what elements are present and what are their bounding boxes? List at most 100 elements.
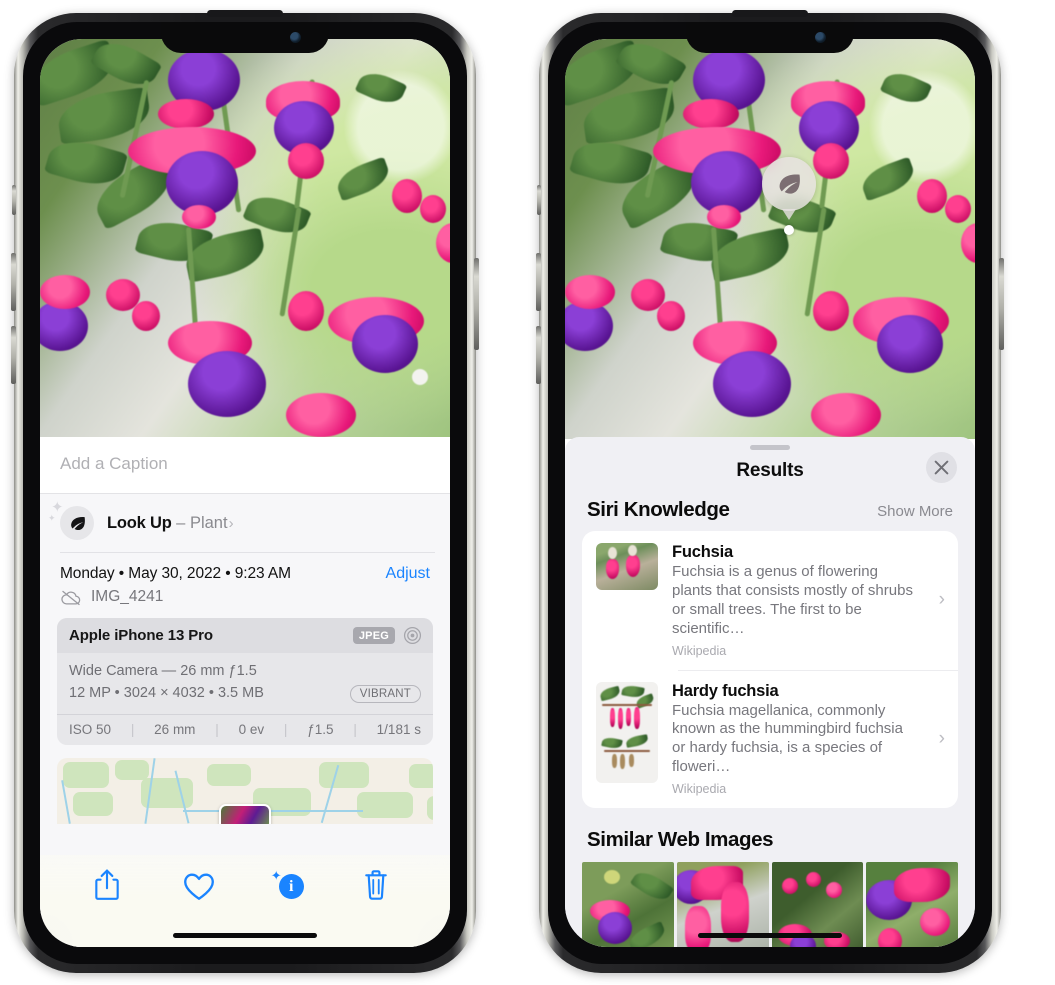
exif-focal: 26 mm: [154, 721, 196, 737]
list-item-description: Fuchsia magellanica, commonly known as t…: [672, 701, 903, 776]
left-phone-screen: Add a Caption ✦ ✦ Look Up – Plant› Monda…: [40, 39, 450, 947]
camera-model: Apple iPhone 13 Pro: [69, 627, 213, 644]
chevron-right-icon: ›: [938, 727, 945, 749]
power-button[interactable]: [474, 258, 479, 350]
volume-down-button[interactable]: [11, 326, 16, 384]
delete-button[interactable]: [362, 869, 396, 903]
camera-card-body: Wide Camera — 26 mm ƒ1.5 12 MP • 3024 × …: [57, 653, 433, 714]
right-phone-bezel: Results Siri Knowledge Show More Fuchsia…: [548, 10, 992, 964]
adjust-button[interactable]: Adjust: [386, 565, 430, 583]
lens-line: Wide Camera — 26 mm ƒ1.5: [69, 663, 257, 679]
siri-knowledge-header: Siri Knowledge Show More: [565, 498, 975, 531]
leaf-glyph: [70, 516, 85, 530]
earpiece-speaker: [732, 10, 808, 17]
photo-meta-row: Monday • May 30, 2022 • 9:23 AM Adjust: [40, 553, 450, 587]
list-item-body: Fuchsia Fuchsia is a genus of flowering …: [672, 543, 923, 658]
fuchsia-thumbnail: [596, 543, 658, 590]
location-map[interactable]: [57, 757, 433, 824]
specs-line: 12 MP • 3024 × 4032 • 3.5 MB: [69, 684, 264, 701]
info-button[interactable]: ✦ i: [270, 868, 307, 903]
similar-web-images-title: Similar Web Images: [587, 828, 774, 852]
siri-knowledge-title: Siri Knowledge: [587, 498, 730, 521]
exif-shutter: 1/181 s: [376, 721, 421, 737]
list-item-source: Wikipedia: [672, 782, 727, 797]
web-image-1[interactable]: [582, 862, 674, 947]
front-camera: [290, 32, 301, 43]
format-badge: JPEG: [352, 627, 395, 644]
device-notch: [161, 10, 329, 53]
show-more-button[interactable]: Show More: [877, 503, 953, 520]
front-camera: [815, 32, 826, 43]
look-up-title: Look Up: [107, 513, 172, 532]
aperture-icon: [403, 626, 422, 645]
silent-switch[interactable]: [537, 185, 541, 215]
trash-icon: [365, 870, 388, 900]
camera-info-card[interactable]: Apple iPhone 13 Pro JPEG Wide Camera — 2…: [57, 618, 433, 745]
sparkle-small-icon: ✦: [48, 513, 56, 523]
left-phone-bezel: Add a Caption ✦ ✦ Look Up – Plant› Monda…: [23, 10, 467, 964]
share-button[interactable]: [94, 869, 128, 903]
photo-viewer[interactable]: [40, 39, 450, 439]
earpiece-speaker: [207, 10, 283, 17]
chevron-right-icon: ›: [228, 514, 234, 532]
sparkle-icon: ✦: [270, 868, 282, 883]
photo-toolbar: ✦ i: [40, 855, 450, 947]
silent-switch[interactable]: [12, 185, 16, 215]
heart-icon: [184, 873, 215, 900]
list-item-body: Hardy fuchsia Fuchsia magellanica, commo…: [672, 682, 923, 797]
exif-sep-1: |: [130, 721, 135, 737]
photo-viewer[interactable]: [565, 39, 975, 439]
volume-down-button[interactable]: [536, 326, 541, 384]
look-up-row[interactable]: ✦ ✦ Look Up – Plant›: [40, 494, 450, 553]
device-notch: [686, 10, 854, 53]
specs-row: 12 MP • 3024 × 4032 • 3.5 MB VIBRANT: [69, 683, 421, 705]
list-item[interactable]: Fuchsia Fuchsia is a genus of flowering …: [582, 531, 958, 670]
chevron-right-icon: ›: [938, 589, 945, 611]
cloud-slash-icon: [61, 590, 81, 605]
visual-lookup-badge[interactable]: [762, 157, 816, 220]
visual-lookup-dot: [784, 225, 794, 235]
home-indicator[interactable]: [173, 933, 317, 938]
hardy-fuchsia-thumbnail: [596, 681, 658, 783]
list-item[interactable]: Hardy fuchsia Fuchsia magellanica, commo…: [582, 669, 958, 809]
exif-row: ISO 50 | 26 mm | 0 ev | ƒ1.5 | 1/181 s: [57, 713, 433, 745]
exif-exposure: 0 ev: [238, 721, 265, 737]
photo-info-sheet: Add a Caption ✦ ✦ Look Up – Plant› Monda…: [40, 437, 450, 947]
leaf-icon: [779, 174, 800, 194]
leaf-icon: ✦ ✦: [48, 500, 94, 540]
exif-sep-4: |: [353, 721, 357, 737]
web-image-4[interactable]: [866, 862, 958, 947]
caption-input[interactable]: Add a Caption: [40, 437, 450, 494]
right-iphone-device: Results Siri Knowledge Show More Fuchsia…: [536, 10, 1004, 973]
info-badge: i: [278, 874, 304, 899]
volume-up-button[interactable]: [11, 253, 16, 311]
power-button[interactable]: [999, 258, 1004, 350]
look-up-label: Look Up – Plant›: [107, 514, 234, 533]
list-item-source: Wikipedia: [672, 643, 727, 658]
screenshot-stage: Add a Caption ✦ ✦ Look Up – Plant› Monda…: [0, 0, 1055, 985]
exif-iso: ISO 50: [69, 721, 112, 737]
exif-sep-3: |: [283, 721, 288, 737]
right-phone-screen: Results Siri Knowledge Show More Fuchsia…: [565, 39, 975, 947]
close-button[interactable]: [926, 452, 957, 483]
similar-web-images-strip: [565, 862, 975, 947]
style-badge: VIBRANT: [349, 684, 421, 703]
exif-sep-2: |: [215, 721, 219, 737]
bubble-tail: [782, 209, 796, 220]
look-up-dash: –: [171, 513, 190, 532]
exif-aperture: ƒ1.5: [307, 721, 334, 737]
camera-header-badges: JPEG: [352, 626, 422, 645]
list-item-description: Fuchsia is a genus of flowering plants t…: [672, 563, 913, 637]
home-indicator[interactable]: [698, 933, 842, 938]
list-item-title: Fuchsia: [672, 543, 733, 561]
results-header: Results: [565, 450, 975, 498]
close-icon: [934, 460, 949, 475]
camera-card-header: Apple iPhone 13 Pro JPEG: [57, 618, 433, 653]
look-up-subject: Plant: [189, 513, 228, 532]
volume-up-button[interactable]: [536, 253, 541, 311]
siri-knowledge-card: Fuchsia Fuchsia is a genus of flowering …: [582, 531, 958, 809]
favorite-button[interactable]: [183, 869, 217, 903]
map-photo-pin[interactable]: [219, 803, 271, 824]
results-sheet: Results Siri Knowledge Show More Fuchsia…: [565, 437, 975, 947]
list-item-title: Hardy fuchsia: [672, 681, 779, 700]
